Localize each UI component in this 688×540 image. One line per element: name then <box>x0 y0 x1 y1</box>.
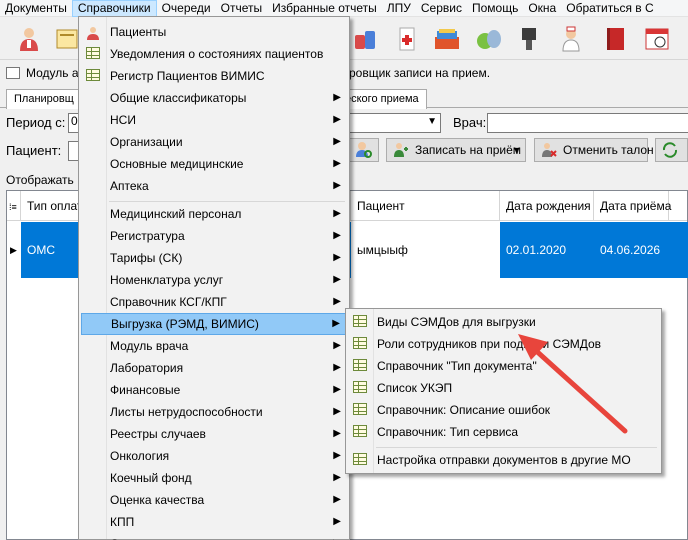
annotation-arrow <box>518 334 628 434</box>
